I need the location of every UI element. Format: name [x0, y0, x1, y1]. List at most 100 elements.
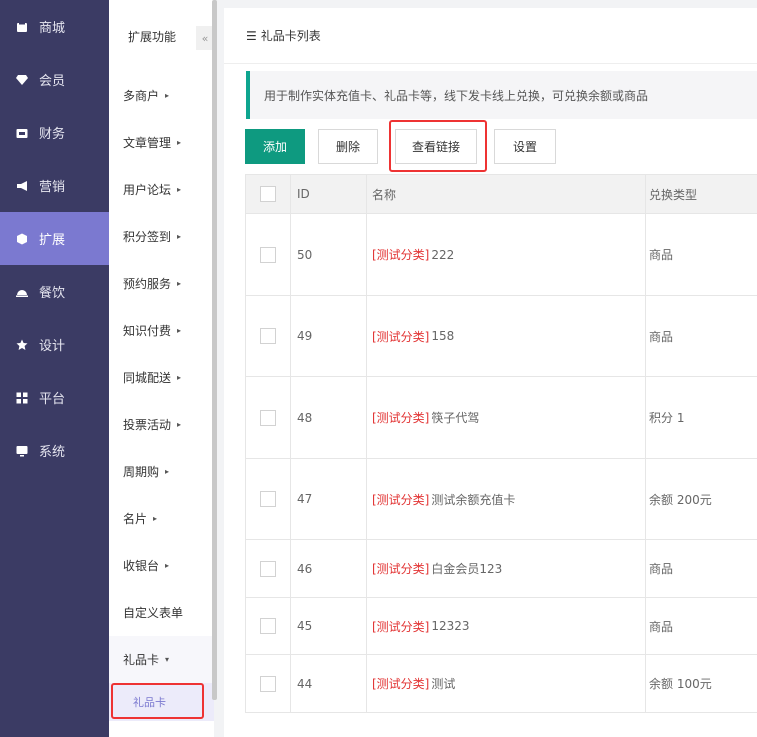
table-row[interactable]: 50 [测试分类] 222 商品 — [245, 214, 757, 296]
nav-item-label: 商城 — [39, 21, 66, 36]
delete-button[interactable]: 删除 — [318, 129, 378, 164]
nav-item-label: 扩展 — [39, 233, 66, 248]
chevron-right-icon: ▸ — [177, 326, 182, 335]
checkbox-cell — [245, 655, 291, 712]
cell-type: 余额 200元 — [649, 492, 712, 507]
nav-item-finance[interactable]: 财务 — [0, 106, 109, 159]
row-checkbox[interactable] — [260, 246, 276, 263]
table-row[interactable]: 45 [测试分类] 12323 商品 — [245, 598, 757, 655]
submenu-item-booking[interactable]: 预约服务 ▸ — [109, 260, 214, 307]
chevron-right-icon: ▸ — [177, 279, 182, 288]
header-name: 名称 — [367, 175, 646, 213]
cell-name: [测试分类] 222 — [367, 214, 646, 295]
category-tag: [测试分类] — [372, 677, 430, 691]
cell-name: [测试分类] 158 — [367, 296, 646, 376]
row-checkbox[interactable] — [260, 409, 276, 426]
diamond-icon — [16, 74, 28, 86]
cell-name: [测试分类] 测试 — [367, 655, 646, 712]
submenu-item-delivery[interactable]: 同城配送 ▸ — [109, 354, 214, 401]
add-button[interactable]: 添加 — [245, 129, 305, 164]
nav-item-system[interactable]: 系统 — [0, 424, 109, 477]
table-row[interactable]: 48 [测试分类] 筷子代驾 积分 1 — [245, 377, 757, 459]
select-all-checkbox[interactable] — [260, 186, 276, 202]
table-row[interactable]: 46 [测试分类] 白金会员123 商品 — [245, 540, 757, 598]
submenu-item-cashier[interactable]: 收银台 ▸ — [109, 542, 214, 589]
monitor-icon — [16, 445, 28, 457]
row-checkbox[interactable] — [260, 560, 276, 577]
checkbox-cell — [245, 598, 291, 654]
view-link-button[interactable]: 查看链接 — [395, 129, 477, 164]
chevron-right-icon: ▸ — [177, 232, 182, 241]
table-header-row: ID 名称 兑换类型 — [245, 175, 757, 214]
row-checkbox[interactable] — [260, 675, 276, 692]
chevron-right-icon: ▸ — [165, 467, 170, 476]
submenu-item-merchants[interactable]: 多商户 ▸ — [109, 72, 214, 119]
nav-item-member[interactable]: 会员 — [0, 53, 109, 106]
row-checkbox[interactable] — [260, 328, 276, 344]
submenu-item-label: 周期购 — [123, 465, 160, 479]
nav-item-label: 会员 — [39, 74, 66, 89]
nav-item-design[interactable]: 设计 — [0, 318, 109, 371]
submenu-item-voting[interactable]: 投票活动 ▸ — [109, 401, 214, 448]
cube-icon — [16, 233, 28, 245]
row-checkbox[interactable] — [260, 491, 276, 507]
cell-id: 47 — [291, 459, 367, 539]
category-tag: [测试分类] — [372, 492, 430, 507]
chevron-down-icon: ▾ — [165, 655, 170, 664]
chevron-right-icon: ▸ — [177, 373, 182, 382]
submenu-header: 扩展功能 « — [109, 0, 214, 72]
submenu-item-label: 自定义表单 — [123, 606, 184, 620]
card-name: 158 — [431, 329, 455, 343]
checkbox-cell — [245, 214, 291, 295]
megaphone-icon — [16, 180, 28, 192]
submenu-item-label: 同城配送 — [123, 371, 172, 385]
category-tag: [测试分类] — [372, 329, 430, 344]
submenu-item-card[interactable]: 名片 ▸ — [109, 495, 214, 542]
chevron-right-icon: ▸ — [177, 420, 182, 429]
submenu-item-custom-form[interactable]: 自定义表单 — [109, 589, 214, 636]
submenu-item-forum[interactable]: 用户论坛 ▸ — [109, 166, 214, 213]
row-checkbox[interactable] — [260, 618, 276, 634]
submenu-item-label: 文章管理 — [123, 136, 172, 150]
grid-icon — [16, 392, 28, 404]
submenu-item-subscription[interactable]: 周期购 ▸ — [109, 448, 214, 495]
nav-item-catering[interactable]: 餐饮 — [0, 265, 109, 318]
card-name: 筷子代驾 — [431, 411, 480, 425]
submenu-item-checkin[interactable]: 积分签到 ▸ — [109, 213, 214, 260]
submenu-scrollbar[interactable] — [212, 0, 217, 700]
submenu-child-gift-card[interactable]: 礼品卡 — [109, 683, 214, 721]
submenu-item-gift-card[interactable]: 礼品卡 ▾ — [109, 636, 214, 683]
page-header: ☰ 礼品卡列表 — [224, 8, 757, 64]
cell-name: [测试分类] 测试余额充值卡 — [367, 459, 646, 539]
category-tag: [测试分类] — [372, 248, 430, 262]
notice-bar: 用于制作实体充值卡、礼品卡等，线下发卡线上兑换，可兑换余额或商品 — [246, 71, 757, 119]
table-row[interactable]: 44 [测试分类] 测试 余额 100元 — [245, 655, 757, 713]
nav-item-label: 设计 — [39, 339, 66, 354]
submenu-child-label: 礼品卡 — [133, 696, 166, 709]
cell-id: 49 — [291, 296, 367, 376]
submenu-item-knowledge[interactable]: 知识付费 ▸ — [109, 307, 214, 354]
card-name: 222 — [431, 247, 455, 262]
cell-type: 商品 — [649, 619, 674, 634]
wallet-icon — [16, 127, 28, 139]
nav-item-store[interactable]: 商城 — [0, 0, 109, 53]
cell-type: 商品 — [649, 329, 674, 344]
card-name: 测试余额充值卡 — [431, 492, 516, 507]
nav-item-label: 系统 — [39, 445, 66, 460]
cell-type: 商品 — [649, 562, 674, 576]
cell-id: 46 — [291, 540, 367, 597]
nav-item-marketing[interactable]: 营销 — [0, 159, 109, 212]
table-row[interactable]: 49 [测试分类] 158 商品 — [245, 296, 757, 377]
nav-item-platform[interactable]: 平台 — [0, 371, 109, 424]
checkbox-cell — [245, 459, 291, 539]
checkbox-cell — [245, 540, 291, 597]
settings-button[interactable]: 设置 — [494, 129, 556, 164]
table-row[interactable]: 47 [测试分类] 测试余额充值卡 余额 200元 — [245, 459, 757, 540]
submenu-item-label: 积分签到 — [123, 230, 172, 244]
submenu-item-label: 名片 — [123, 512, 148, 526]
submenu-item-articles[interactable]: 文章管理 ▸ — [109, 119, 214, 166]
nav-item-extensions[interactable]: 扩展 — [0, 212, 109, 265]
cell-id: 50 — [291, 214, 367, 295]
page-title: 礼品卡列表 — [260, 29, 321, 43]
cell-id: 44 — [291, 655, 367, 712]
